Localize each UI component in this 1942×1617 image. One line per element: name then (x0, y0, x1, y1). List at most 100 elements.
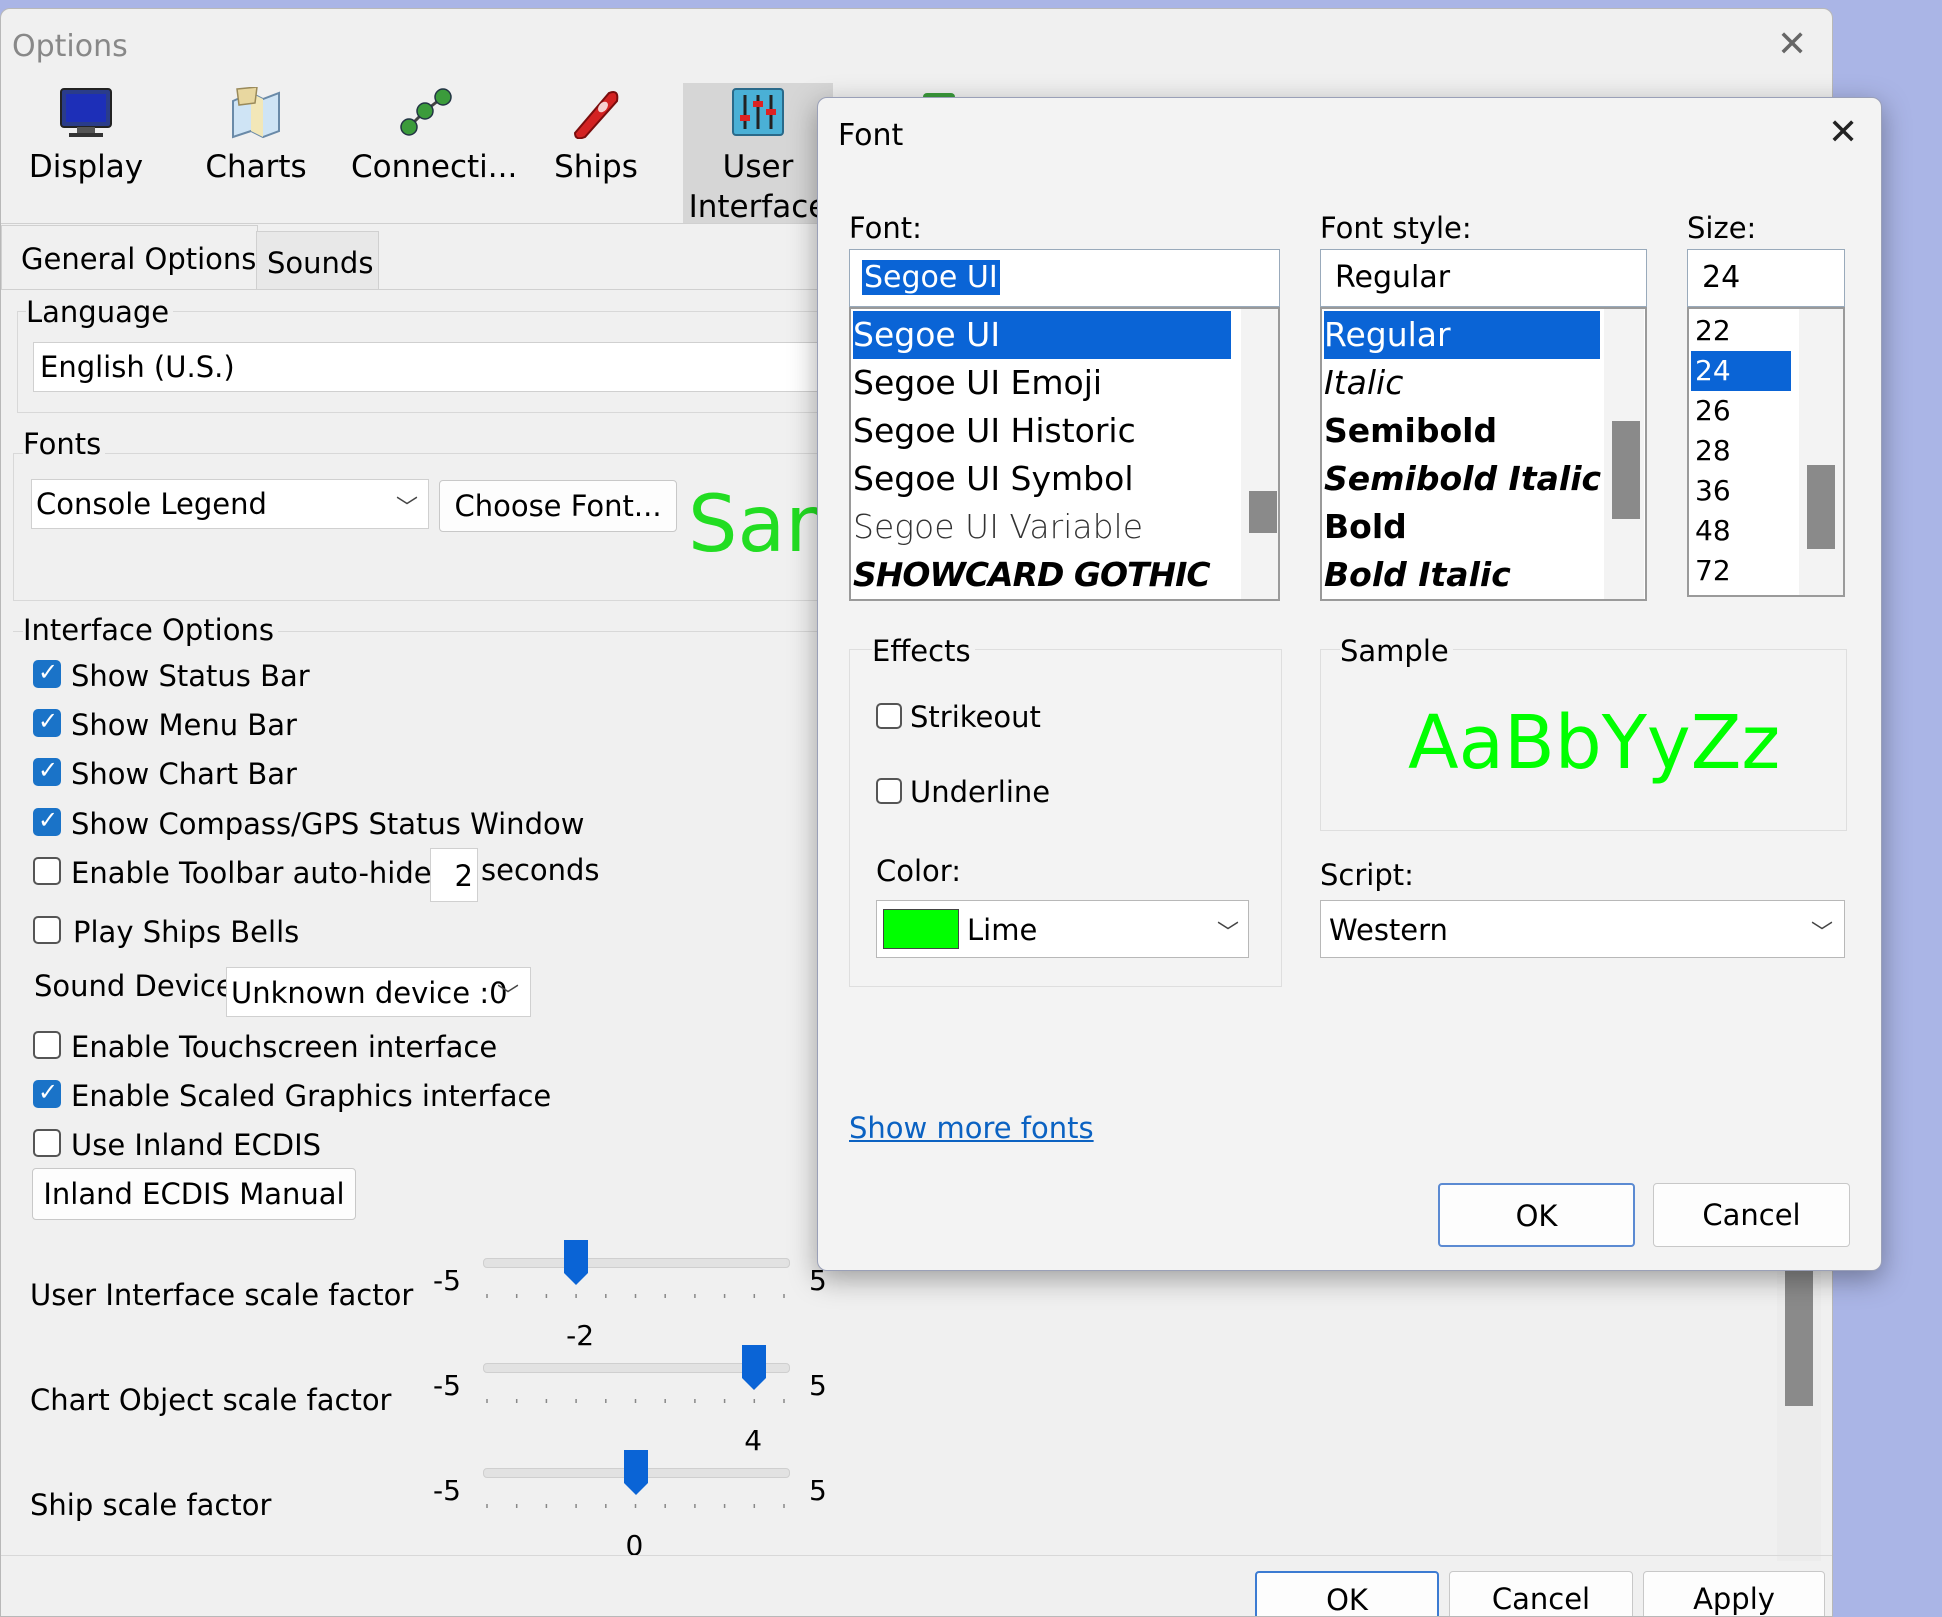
tab-sounds[interactable]: Sounds (256, 231, 379, 290)
color-label: Color: (876, 854, 961, 888)
options-ok-button[interactable]: OK (1255, 1571, 1439, 1616)
slider-thumb[interactable] (739, 1342, 769, 1392)
font-name-value: Segoe UI (862, 260, 1000, 295)
sound-device-label: Sound Device (34, 969, 234, 1003)
font-list-item[interactable]: Segoe UI Variable (853, 503, 1143, 551)
slider-thumb[interactable] (621, 1447, 651, 1497)
effects-group-title: Effects (872, 634, 975, 668)
show-menu-bar-label: Show Menu Bar (71, 708, 297, 742)
slider-track[interactable] (483, 1258, 790, 1268)
size-list-item[interactable]: 28 (1691, 431, 1731, 471)
show-menu-bar-checkbox[interactable] (33, 707, 61, 737)
show-compass-checkbox[interactable] (33, 806, 61, 836)
font-style-value: Regular (1335, 260, 1451, 295)
script-select[interactable]: Western ﹀ (1320, 900, 1845, 958)
font-list-item[interactable]: Segoe UI Symbol (853, 455, 1133, 503)
chevron-down-icon: ﹀ (396, 496, 419, 521)
toolbar-display[interactable]: Display (11, 83, 161, 223)
show-status-bar-checkbox[interactable] (33, 658, 61, 688)
style-list-item[interactable]: Semibold (1324, 407, 1497, 455)
language-select[interactable]: English (U.S.) (33, 342, 833, 392)
toolbar-label: User Interface (688, 149, 828, 225)
show-status-bar-label: Show Status Bar (71, 659, 310, 693)
strikeout-label: Strikeout (910, 700, 1041, 734)
color-value: Lime (967, 913, 1038, 947)
play-ships-bells-checkbox[interactable] (33, 916, 61, 944)
font-size-input[interactable]: 24 (1687, 249, 1845, 307)
size-list-item[interactable]: 48 (1691, 511, 1731, 551)
strikeout-checkbox[interactable] (876, 703, 902, 729)
chevron-down-icon: ﹀ (1811, 921, 1834, 946)
size-list-item[interactable]: 36 (1691, 471, 1731, 511)
font-size-list[interactable]: 22 24 26 28 36 48 72 (1687, 307, 1845, 597)
font-list-item[interactable]: Segoe UI (853, 311, 1231, 359)
size-list-item[interactable]: 26 (1691, 391, 1731, 431)
font-list-scrollbar[interactable] (1241, 309, 1278, 599)
underline-checkbox[interactable] (876, 778, 902, 804)
slider-value-label: 0 (625, 1529, 644, 1562)
options-cancel-button[interactable]: Cancel (1449, 1571, 1633, 1616)
inland-ecdis-manual-button[interactable]: Inland ECDIS Manual (32, 1168, 356, 1220)
style-list-scrollbar[interactable] (1604, 309, 1644, 599)
slider-ticks (486, 1294, 785, 1298)
options-scrollbar[interactable] (1777, 1271, 1821, 1561)
style-list-item[interactable]: Bold (1324, 503, 1407, 551)
scrollbar-thumb[interactable] (1785, 1271, 1813, 1406)
inland-ecdis-checkbox[interactable] (33, 1129, 61, 1157)
scaled-graphics-label: Enable Scaled Graphics interface (71, 1079, 552, 1113)
font-cancel-button[interactable]: Cancel (1653, 1183, 1850, 1247)
style-list-item[interactable]: Semibold Italic (1324, 455, 1601, 503)
color-select[interactable]: Lime ﹀ (876, 900, 1249, 958)
font-ok-button[interactable]: OK (1438, 1183, 1635, 1247)
sound-device-select[interactable]: Unknown device :0 ﹀ (226, 967, 531, 1017)
touchscreen-checkbox[interactable] (33, 1031, 61, 1059)
size-list-item[interactable]: 22 (1691, 311, 1731, 351)
choose-font-button[interactable]: Choose Font... (439, 480, 677, 532)
close-icon[interactable]: ✕ (1828, 115, 1858, 151)
font-name-input[interactable]: Segoe UI (849, 249, 1280, 307)
style-list-item[interactable]: Regular (1324, 311, 1600, 359)
touchscreen-label: Enable Touchscreen interface (71, 1030, 498, 1064)
show-chart-bar-checkbox[interactable] (33, 756, 61, 786)
scrollbar-thumb[interactable] (1249, 491, 1277, 533)
toolbar-connections[interactable]: Connecti... (351, 83, 517, 223)
ship-icon (573, 91, 619, 139)
options-apply-button[interactable]: Apply (1643, 1571, 1825, 1616)
slider-max-label: 5 (809, 1369, 827, 1402)
toolbar-charts[interactable]: Charts (181, 83, 331, 223)
style-list-item[interactable]: Italic (1324, 359, 1403, 407)
font-list-item[interactable]: Segoe UI Historic (853, 407, 1136, 455)
sample-preview-text: AaBbYyZz (1408, 700, 1781, 786)
slider-ticks (486, 1504, 785, 1508)
scrollbar-thumb[interactable] (1612, 421, 1640, 519)
slider-value-label: -2 (566, 1319, 595, 1352)
font-dialog-title: Font (838, 118, 904, 153)
slider-thumb[interactable] (561, 1237, 591, 1287)
toolbar-autohide-checkbox[interactable] (33, 857, 61, 885)
show-more-fonts-link[interactable]: Show more fonts (849, 1111, 1094, 1145)
script-label: Script: (1320, 858, 1414, 892)
toolbar-ships[interactable]: Ships (521, 83, 671, 223)
play-ships-bells-label: Play Ships Bells (73, 915, 300, 949)
font-style-input[interactable]: Regular (1320, 249, 1647, 307)
style-list-item[interactable]: Bold Italic (1324, 551, 1511, 599)
autohide-seconds-input[interactable]: 2 (430, 848, 478, 902)
language-group-title: Language (26, 295, 174, 329)
font-style-list[interactable]: Regular Italic Semibold Semibold Italic … (1320, 307, 1647, 601)
size-list-scrollbar[interactable] (1799, 309, 1843, 595)
font-list[interactable]: Segoe UI Segoe UI Emoji Segoe UI Histori… (849, 307, 1280, 601)
scaled-graphics-checkbox[interactable] (33, 1078, 61, 1108)
toolbar-autohide-label: Enable Toolbar auto-hide (71, 856, 432, 890)
font-list-item[interactable]: Segoe UI Emoji (853, 359, 1102, 407)
slider-value-label: 4 (744, 1424, 763, 1457)
fonts-group-title: Fonts (23, 427, 106, 461)
scrollbar-thumb[interactable] (1807, 465, 1835, 549)
size-list-item[interactable]: 24 (1691, 351, 1791, 391)
font-list-item[interactable]: SHOWCARD GOTHIC (853, 551, 1211, 599)
font-select[interactable]: Console Legend ﹀ (31, 479, 429, 529)
tab-general-options[interactable]: General Options (1, 225, 258, 290)
user-interface-icon (732, 88, 784, 136)
close-icon[interactable]: ✕ (1777, 27, 1807, 63)
toolbar-user-interface[interactable]: User Interface (683, 83, 833, 225)
size-list-item[interactable]: 72 (1691, 551, 1731, 591)
